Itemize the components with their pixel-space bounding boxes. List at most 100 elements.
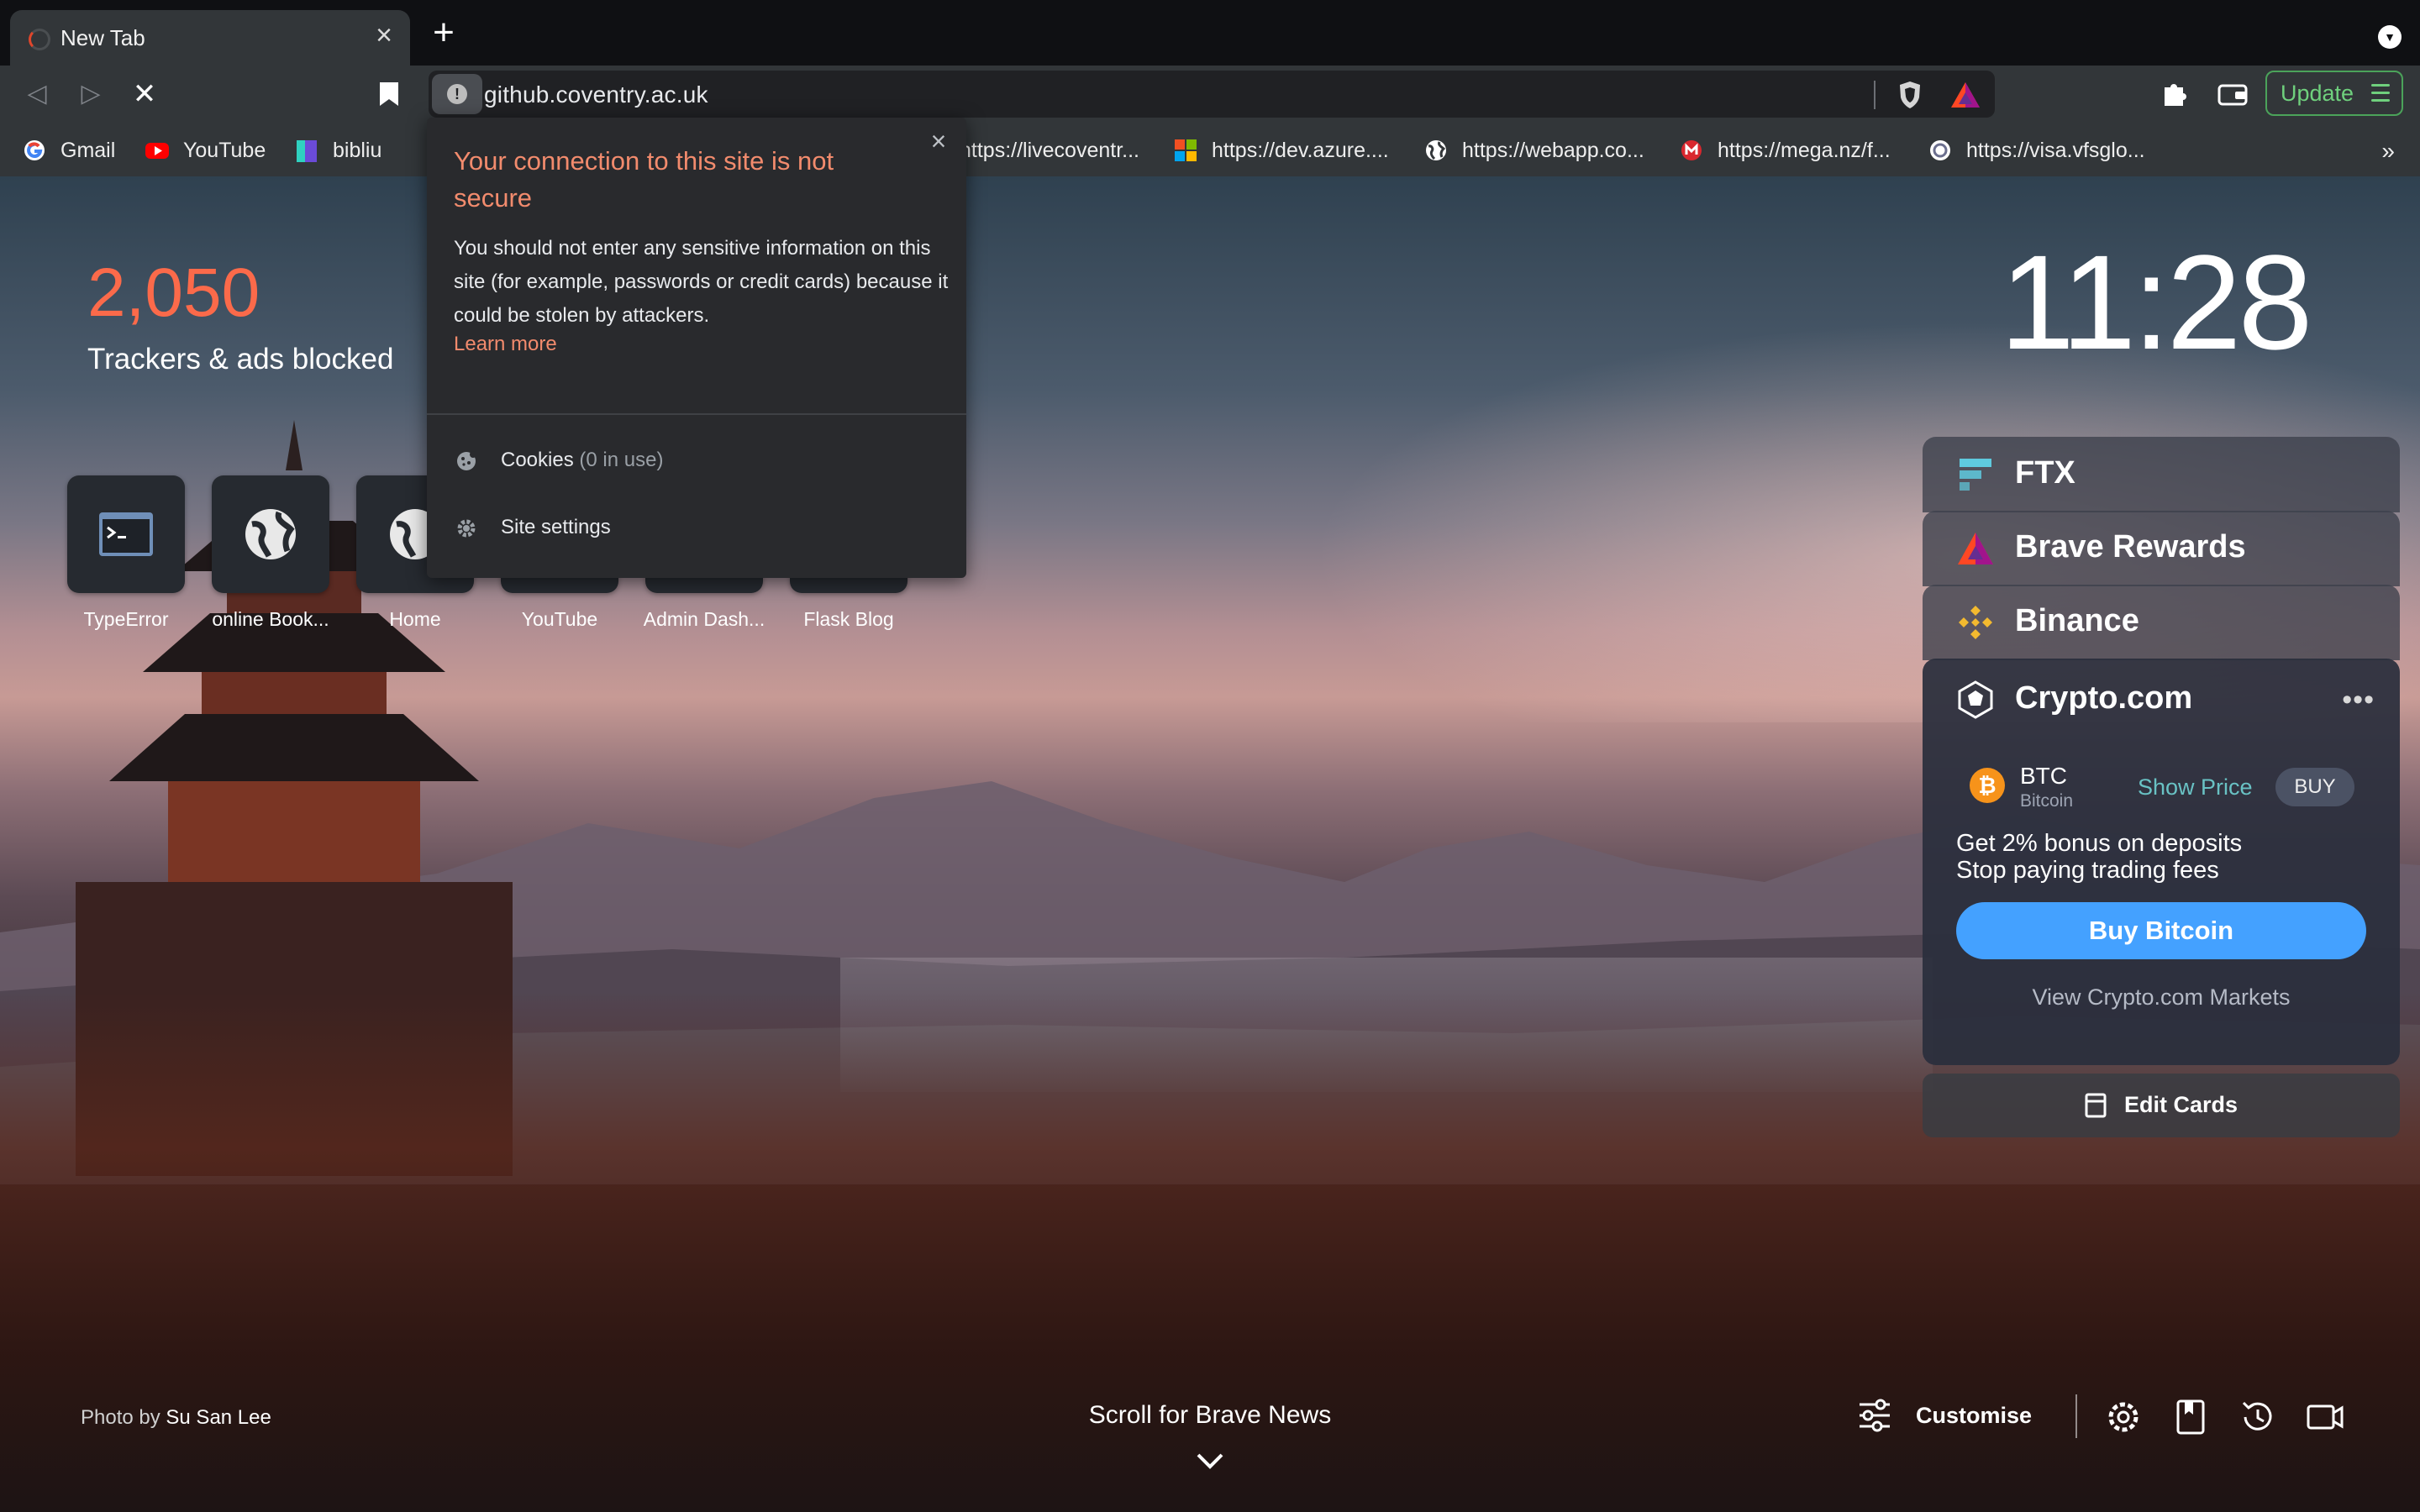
omnibox-divider xyxy=(1874,81,1876,109)
clock: 11:28 xyxy=(2000,227,2313,377)
cookies-in-use: (0 in use) xyxy=(579,449,664,471)
wallet-icon[interactable] xyxy=(2217,79,2249,109)
binance-card-header[interactable]: Binance xyxy=(1923,585,2400,660)
ftx-icon xyxy=(1960,459,1991,491)
asset-name: Bitcoin xyxy=(2020,791,2074,811)
cookies-row[interactable]: Cookies (0 in use) xyxy=(427,435,966,486)
cookies-label: Cookies xyxy=(501,449,574,471)
edit-cards-icon xyxy=(2085,1093,2107,1118)
forward-button[interactable]: ▷ xyxy=(74,77,108,111)
ftx-card-title: FTX xyxy=(2015,455,2075,491)
new-tab-button[interactable]: + xyxy=(427,14,460,51)
photo-credit[interactable]: Photo by Su San Lee xyxy=(81,1406,271,1430)
customise-button[interactable]: Customise xyxy=(1857,1398,2042,1435)
google-icon xyxy=(24,140,45,160)
bookmark-label: bibliu xyxy=(333,139,382,162)
tab-new-tab[interactable]: New Tab × xyxy=(10,10,410,66)
globe-icon xyxy=(245,509,296,559)
bookmark-label: https://visa.vfsglo... xyxy=(1966,139,2145,162)
back-button[interactable]: ◁ xyxy=(20,77,54,111)
chevron-down-icon[interactable] xyxy=(1193,1450,1227,1472)
crypto-com-card: Crypto.com ••• ₿ BTC Bitcoin Show Price … xyxy=(1923,659,2400,1065)
crypto-com-icon xyxy=(1958,680,1993,719)
top-site-label: online Book... xyxy=(212,608,329,630)
popup-close-icon[interactable]: × xyxy=(926,128,951,155)
bookmarks-bar: Gmail YouTube bibliu https://livecoventr… xyxy=(0,123,2420,176)
settings-gear-icon[interactable] xyxy=(2104,1398,2143,1436)
bookmark-label: YouTube xyxy=(183,139,266,162)
buy-bitcoin-button[interactable]: Buy Bitcoin xyxy=(1956,902,2366,959)
city-band xyxy=(840,958,1933,1092)
address-bar[interactable]: ! github.coventry.ac.uk xyxy=(429,71,1995,118)
popup-body: You should not enter any sensitive infor… xyxy=(454,237,949,327)
view-markets-link[interactable]: View Crypto.com Markets xyxy=(1923,984,2400,1011)
update-button[interactable]: Update xyxy=(2265,71,2403,116)
toolbar: ◁ ▷ ✕ ! github.coventry.ac.uk Update xyxy=(0,66,2420,123)
connection-not-secure-popup: Your connection to this site is not secu… xyxy=(427,118,966,578)
sliders-icon xyxy=(1860,1399,1890,1432)
site-settings-label: Site settings xyxy=(501,516,611,538)
bookmarks-overflow-button[interactable]: » xyxy=(2381,138,2395,165)
tab-close-icon[interactable]: × xyxy=(370,21,398,50)
url-text[interactable]: github.coventry.ac.uk xyxy=(484,81,708,108)
asset-symbol: BTC xyxy=(2020,763,2067,789)
youtube-icon xyxy=(145,143,169,159)
trackers-blocked-label: Trackers & ads blocked xyxy=(87,343,394,375)
ftx-card-header[interactable]: FTX xyxy=(1923,437,2400,512)
trackers-blocked-count: 2,050 xyxy=(87,255,260,331)
binance-card-title: Binance xyxy=(2015,603,2139,638)
bookmark-label: Gmail xyxy=(60,139,116,162)
bookmarks-icon[interactable] xyxy=(2171,1398,2210,1436)
update-label: Update xyxy=(2281,81,2354,106)
site-info-button[interactable]: ! xyxy=(432,74,482,114)
brave-rewards-card-title: Brave Rewards xyxy=(2015,529,2246,564)
brave-shields-icon[interactable] xyxy=(1897,81,1923,109)
crypto-com-card-title: Crypto.com xyxy=(2015,680,2193,716)
vfs-icon xyxy=(1930,140,1950,160)
promo-line-1: Get 2% bonus on deposits xyxy=(1956,830,2243,857)
bookmark-icon[interactable] xyxy=(376,81,402,108)
top-site-tile[interactable] xyxy=(212,475,329,593)
card-more-options-icon[interactable]: ••• xyxy=(2342,684,2375,717)
buy-asset-button[interactable]: BUY xyxy=(2275,768,2354,806)
brave-rewards-icon xyxy=(1958,533,1993,564)
top-site-tile[interactable] xyxy=(67,475,185,593)
bookmark-label: https://webapp.co... xyxy=(1462,139,1644,162)
tab-title: New Tab xyxy=(60,25,145,50)
promo-line-2: Stop paying trading fees xyxy=(1956,857,2219,884)
scroll-for-news-label[interactable]: Scroll for Brave News xyxy=(1042,1401,1378,1430)
edit-cards-button[interactable]: Edit Cards xyxy=(1923,1074,2400,1137)
site-settings-row[interactable]: Site settings xyxy=(427,502,966,553)
brave-rewards-icon[interactable] xyxy=(1949,81,1981,109)
loading-spinner-icon xyxy=(29,29,50,50)
globe-icon xyxy=(1426,140,1446,160)
brave-rewards-card-header[interactable]: Brave Rewards xyxy=(1923,511,2400,586)
learn-more-link[interactable]: Learn more xyxy=(454,333,557,356)
top-site-label: YouTube xyxy=(521,608,598,630)
bookmark-label: https://livecoventr... xyxy=(960,139,1139,162)
microsoft-icon xyxy=(1175,139,1197,161)
photo-credit-prefix: Photo by xyxy=(81,1406,160,1429)
show-price-link[interactable]: Show Price xyxy=(2138,774,2253,801)
bookmark-label: https://mega.nz/f... xyxy=(1718,139,1891,162)
customise-label: Customise xyxy=(1916,1403,2033,1428)
tab-strip: New Tab × + ▼ xyxy=(0,0,2420,66)
top-site-label: Flask Blog xyxy=(803,608,894,630)
warning-info-icon: ! xyxy=(447,84,467,104)
terminal-icon xyxy=(99,512,153,556)
extensions-puzzle-icon[interactable] xyxy=(2160,79,2190,109)
video-call-icon[interactable] xyxy=(2306,1398,2344,1436)
footer-divider xyxy=(2075,1394,2077,1438)
bookmark-label: https://dev.azure.... xyxy=(1212,139,1389,162)
popup-divider xyxy=(427,413,966,415)
stop-loading-button[interactable]: ✕ xyxy=(128,77,161,111)
tab-search-chevron-icon[interactable]: ▼ xyxy=(2378,25,2402,49)
popup-title: Your connection to this site is not secu… xyxy=(454,146,834,213)
top-site-label: Admin Dash... xyxy=(643,608,765,630)
cookie-icon xyxy=(457,451,476,470)
top-site-label: TypeError xyxy=(83,608,169,630)
top-site-label: Home xyxy=(389,608,441,630)
edit-cards-label: Edit Cards xyxy=(2124,1092,2238,1117)
history-icon[interactable] xyxy=(2238,1398,2277,1436)
bibliu-icon xyxy=(297,140,317,162)
